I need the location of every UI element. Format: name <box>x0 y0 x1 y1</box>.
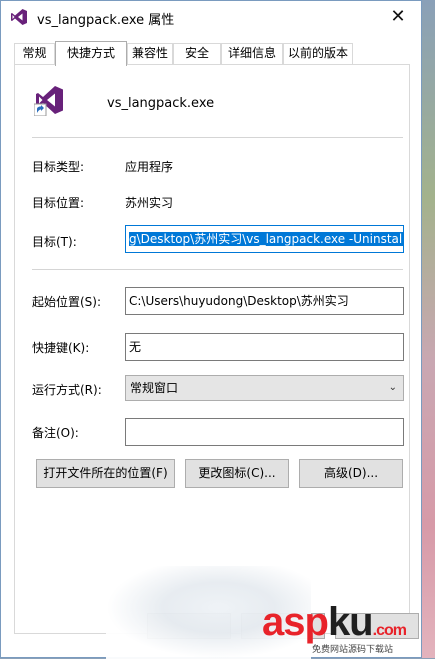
target-input-text: g\Desktop\苏州实习\vs_langpack.exe -Uninstal… <box>129 232 404 246</box>
target-location-value: 苏州实习 <box>125 196 174 210</box>
shortcut-key-label: 快捷键(K): <box>32 341 90 355</box>
tab-security[interactable]: 安全 <box>173 43 221 64</box>
close-button[interactable]: ✕ <box>375 1 421 32</box>
change-icon-button[interactable]: 更改图标(C)... <box>185 459 289 488</box>
start-in-input[interactable]: C:\Users\huyudong\Desktop\苏州实习 <box>125 287 404 315</box>
run-label: 运行方式(R): <box>32 383 102 397</box>
properties-dialog: vs_langpack.exe 属性 ✕ 常规 快捷方式 兼容性 安全 详细信息… <box>0 0 422 659</box>
tab-previous-versions[interactable]: 以前的版本 <box>283 43 353 64</box>
target-location-label: 目标位置: <box>32 196 85 210</box>
advanced-button[interactable]: 高级(D)... <box>299 459 403 488</box>
target-input[interactable]: g\Desktop\苏州实习\vs_langpack.exe -Uninstal… <box>125 225 404 253</box>
tab-compatibility[interactable]: 兼容性 <box>127 43 173 64</box>
tab-general[interactable]: 常规 <box>14 43 55 64</box>
shortcut-name: vs_langpack.exe <box>107 96 215 111</box>
open-file-location-button[interactable]: 打开文件所在的位置(F) <box>36 459 175 488</box>
window-title: vs_langpack.exe 属性 <box>37 13 175 28</box>
tab-shortcut[interactable]: 快捷方式 <box>55 41 127 66</box>
target-type-label: 目标类型: <box>32 160 85 174</box>
title-bar[interactable]: vs_langpack.exe 属性 ✕ <box>1 1 421 32</box>
watermark-subtitle: 免费网站源码下载站 <box>312 645 394 655</box>
tab-details[interactable]: 详细信息 <box>221 43 283 64</box>
close-icon: ✕ <box>390 6 406 27</box>
divider <box>32 137 403 138</box>
run-select[interactable]: 常规窗口 ⌄ <box>125 375 404 401</box>
aspku-watermark-logo: aspku.com <box>262 600 407 644</box>
visual-studio-icon <box>11 9 27 25</box>
target-label: 目标(T): <box>32 235 77 249</box>
chevron-down-icon: ⌄ <box>388 382 397 393</box>
start-in-label: 起始位置(S): <box>32 295 102 309</box>
comment-input[interactable] <box>125 418 404 446</box>
target-type-value: 应用程序 <box>125 160 174 174</box>
run-select-value: 常规窗口 <box>130 381 179 395</box>
divider <box>32 269 403 270</box>
shortcut-key-input[interactable]: 无 <box>125 333 404 361</box>
visual-studio-shortcut-icon <box>34 86 63 116</box>
comment-label: 备注(O): <box>32 426 79 440</box>
